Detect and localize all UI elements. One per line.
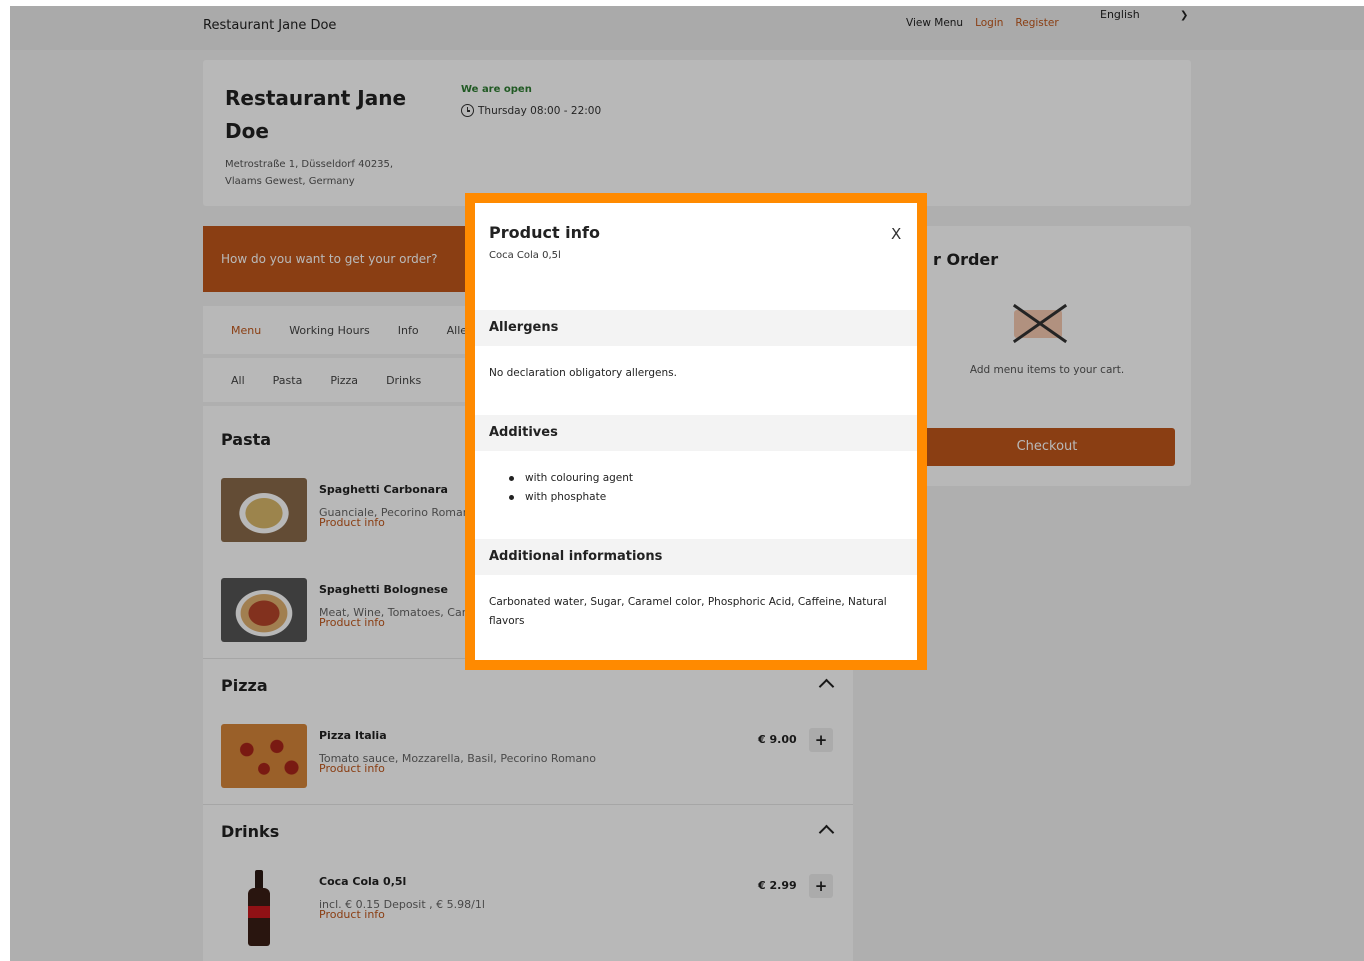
additives-list: with colouring agent with phosphate xyxy=(509,469,633,507)
additive-item: with phosphate xyxy=(509,488,633,507)
additional-info-header: Additional informations xyxy=(475,539,917,575)
modal-product-name: Coca Cola 0,5l xyxy=(489,250,561,261)
allergens-text: No declaration obligatory allergens. xyxy=(489,367,677,379)
product-info-modal-content: Product info Coca Cola 0,5l X Allergens … xyxy=(475,203,917,660)
product-info-modal: Product info Coca Cola 0,5l X Allergens … xyxy=(465,193,927,670)
modal-title: Product info xyxy=(489,223,600,242)
close-button[interactable]: X xyxy=(891,225,901,243)
additives-title: Additives xyxy=(489,425,558,440)
additive-item: with colouring agent xyxy=(509,469,633,488)
allergens-header: Allergens xyxy=(475,310,917,346)
additional-info-title: Additional informations xyxy=(489,549,663,564)
allergens-title: Allergens xyxy=(489,320,559,335)
additional-info-text: Carbonated water, Sugar, Caramel color, … xyxy=(489,596,887,627)
additives-header: Additives xyxy=(475,415,917,451)
